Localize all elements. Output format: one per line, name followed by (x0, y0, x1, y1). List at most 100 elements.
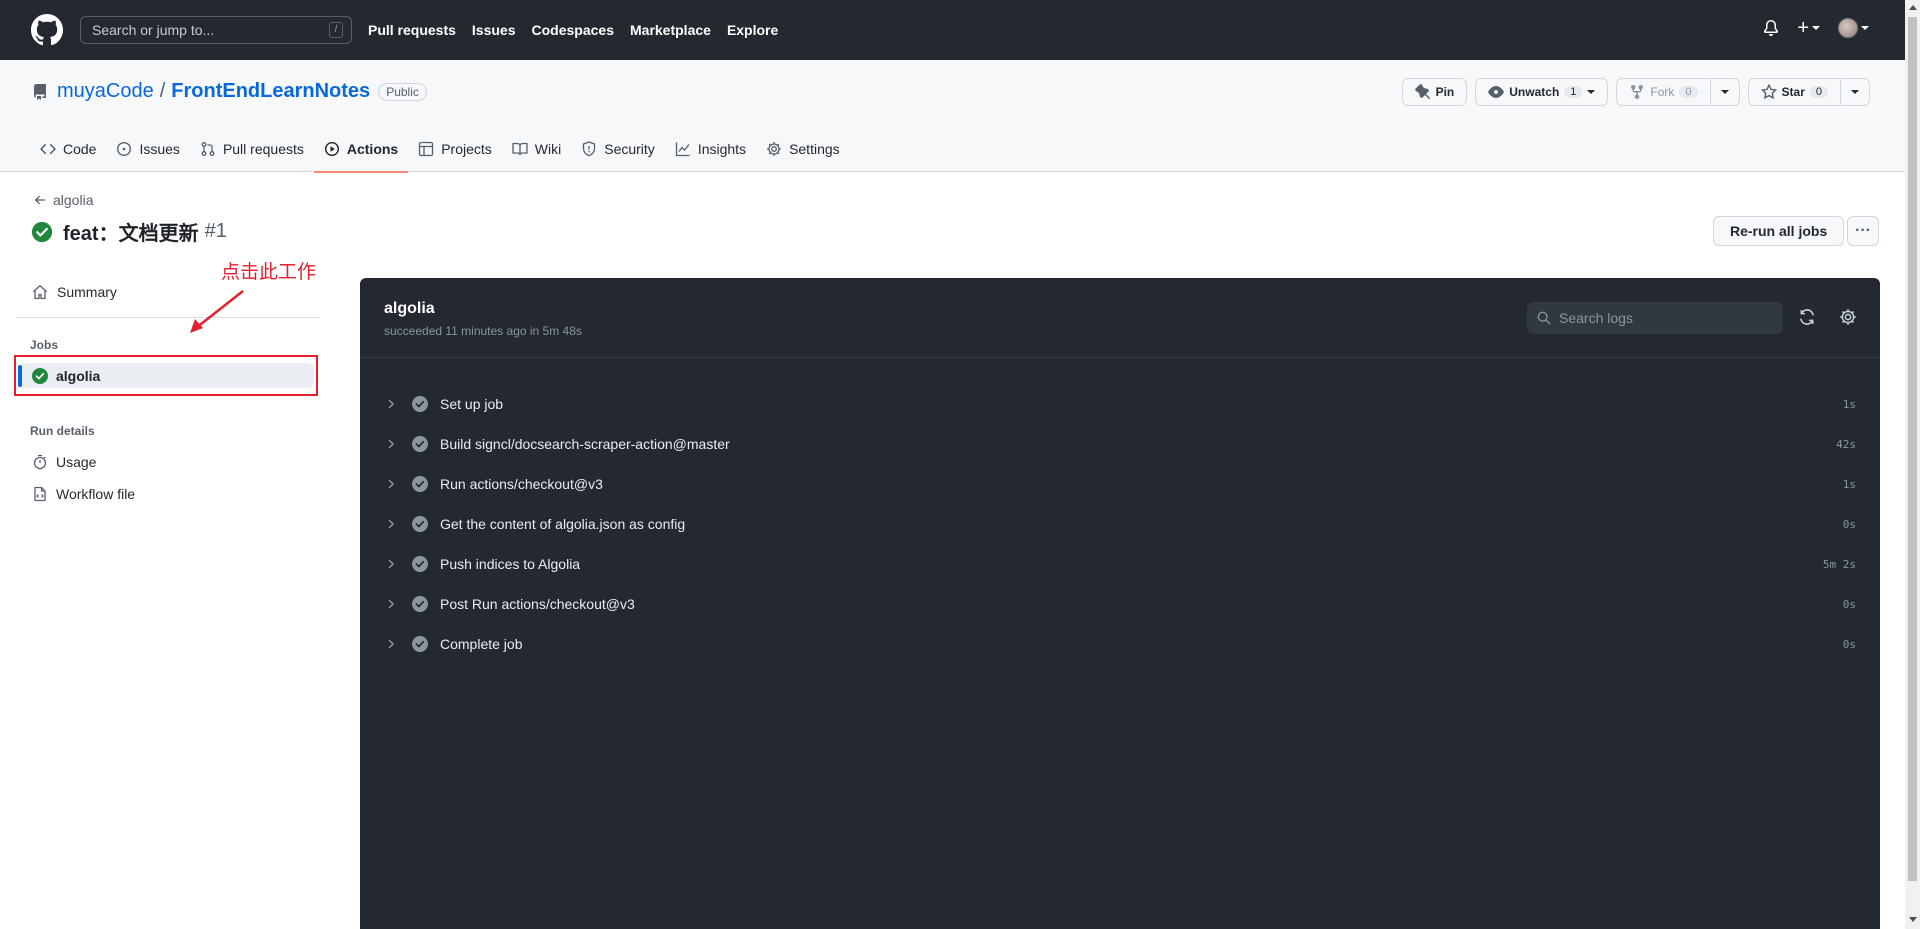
step-name: Set up job (440, 396, 504, 412)
search-logs-input[interactable]: Search logs (1527, 302, 1783, 334)
annotation-arrow-icon (190, 290, 244, 333)
sidebar-item-label: Workflow file (56, 486, 136, 502)
page-scrollbar[interactable] (1905, 0, 1920, 929)
gear-icon[interactable] (1839, 308, 1857, 326)
user-menu-button[interactable] (1838, 18, 1869, 38)
log-step-row[interactable]: Get the content of algolia.json as confi… (360, 504, 1880, 544)
scrollbar-thumb[interactable] (1908, 17, 1917, 881)
tab-code[interactable]: Code (30, 126, 106, 172)
search-placeholder: Search or jump to... (92, 22, 215, 38)
chevron-down-icon (1812, 26, 1820, 30)
repo-icon (34, 83, 46, 100)
search-icon (1537, 311, 1551, 325)
tab-issues[interactable]: Issues (106, 126, 189, 172)
pin-button[interactable]: Pin (1401, 78, 1468, 106)
fork-button[interactable]: Fork 0 (1616, 78, 1740, 106)
sidebar-item-workflow-file[interactable]: Workflow file (32, 486, 135, 502)
arrow-left-icon (34, 195, 46, 205)
annotation-highlight-box: algolia (14, 355, 318, 396)
header-actions: + (1763, 18, 1869, 38)
repo-actions: Pin Unwatch 1 Fork 0 Star 0 (1401, 78, 1870, 106)
nav-issues[interactable]: Issues (472, 22, 516, 38)
create-new-button[interactable]: + (1797, 17, 1820, 39)
nav-explore[interactable]: Explore (727, 22, 778, 38)
unwatch-button[interactable]: Unwatch 1 (1475, 78, 1609, 106)
nav-marketplace[interactable]: Marketplace (630, 22, 711, 38)
tab-label: Issues (139, 141, 180, 157)
plus-icon: + (1797, 17, 1809, 39)
log-step-row[interactable]: Build signcl/docsearch-scraper-action@ma… (360, 424, 1880, 464)
chevron-right-icon (388, 639, 395, 649)
tab-actions[interactable]: Actions (313, 126, 409, 173)
github-logo-icon[interactable] (31, 14, 63, 46)
job-status-line: succeeded 11 minutes ago in 5m 48s (384, 324, 582, 338)
star-count: 0 (1809, 86, 1828, 98)
tab-settings[interactable]: Settings (756, 126, 850, 172)
refresh-icon[interactable] (1798, 308, 1816, 326)
annotation-label: 点击此工作 (221, 261, 317, 283)
step-name: Get the content of algolia.json as confi… (440, 516, 686, 532)
step-duration: 1s (1842, 477, 1856, 491)
tab-insights[interactable]: Insights (665, 126, 756, 172)
unwatch-label: Unwatch (1509, 85, 1560, 99)
star-icon (1760, 84, 1777, 100)
fork-dropdown[interactable] (1709, 79, 1739, 105)
tab-pull-requests[interactable]: Pull requests (190, 126, 314, 172)
log-step-row[interactable]: Push indices to Algolia 5m 2s (360, 544, 1880, 584)
tab-projects[interactable]: Projects (408, 126, 502, 172)
watch-count: 1 (1564, 86, 1583, 98)
sidebar-item-label: Usage (56, 454, 97, 470)
rerun-all-jobs-button[interactable]: Re-run all jobs (1713, 216, 1845, 246)
kebab-menu-button[interactable]: ··· (1847, 216, 1879, 246)
check-circle-icon (31, 221, 53, 242)
log-step-row[interactable]: Complete job 0s (360, 624, 1880, 664)
star-button[interactable]: Star 0 (1747, 78, 1870, 106)
chevron-right-icon (388, 559, 395, 569)
tab-label: Actions (346, 141, 399, 157)
stopwatch-icon (33, 454, 47, 470)
tab-wiki[interactable]: Wiki (502, 126, 571, 172)
check-circle-icon (412, 516, 428, 532)
nav-codespaces[interactable]: Codespaces (532, 22, 614, 38)
tab-security[interactable]: Security (571, 126, 665, 172)
log-step-row[interactable]: Run actions/checkout@v3 1s (360, 464, 1880, 504)
scroll-up-icon[interactable] (1909, 5, 1917, 10)
jobs-heading: Jobs (30, 338, 59, 352)
star-dropdown[interactable] (1840, 79, 1869, 105)
run-title-text: feat：文档更新 (63, 223, 199, 245)
repo-path-separator: / (159, 80, 166, 102)
job-title: algolia (384, 300, 435, 317)
sidebar-item-usage[interactable]: Usage (32, 454, 96, 470)
global-search-input[interactable]: Search or jump to... / (80, 16, 352, 44)
kebab-horizontal-icon: ··· (1855, 222, 1871, 239)
repo-owner-link[interactable]: muyaCode (57, 80, 154, 103)
sidebar-item-summary[interactable]: Summary (32, 284, 117, 300)
fork-label: Fork (1650, 85, 1675, 99)
avatar (1838, 18, 1858, 38)
fork-icon (1631, 85, 1644, 100)
search-shortcut-hint: / (329, 22, 343, 38)
code-icon (40, 143, 56, 155)
step-name: Push indices to Algolia (440, 556, 581, 572)
star-label: Star (1781, 85, 1805, 99)
log-header: algolia succeeded 11 minutes ago in 5m 4… (360, 278, 1880, 358)
tab-label: Code (63, 141, 97, 157)
book-icon (512, 142, 528, 156)
log-step-row[interactable]: Set up job 1s (360, 384, 1880, 424)
nav-pull-requests[interactable]: Pull requests (368, 22, 456, 38)
repo-name-link[interactable]: FrontEndLearnNotes (171, 80, 370, 103)
check-circle-icon (412, 556, 428, 572)
sidebar-item-job-algolia[interactable]: algolia (18, 363, 314, 388)
file-code-icon (34, 486, 46, 502)
notifications-button[interactable] (1763, 20, 1779, 36)
back-to-workflow-link[interactable]: algolia (33, 192, 93, 208)
repo-title: muyaCode / FrontEndLearnNotes Public (32, 80, 427, 103)
log-step-row[interactable]: Post Run actions/checkout@v3 0s (360, 584, 1880, 624)
scroll-down-icon[interactable] (1909, 917, 1917, 922)
search-logs-placeholder: Search logs (1559, 310, 1633, 326)
check-circle-icon (412, 636, 428, 652)
check-circle-icon (412, 396, 428, 412)
chevron-right-icon (388, 479, 395, 489)
tab-label: Security (604, 141, 655, 157)
play-icon (324, 141, 339, 157)
